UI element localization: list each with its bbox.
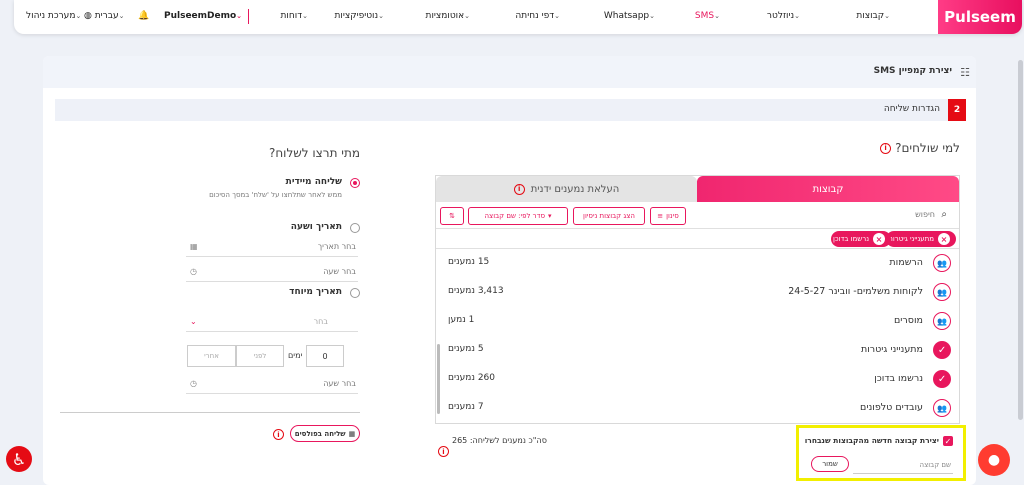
top-navbar: Pulseem קבוצות⌄ ניוזלטר⌄ SMS⌄ Whatsapp⌄ … bbox=[14, 0, 1022, 34]
save-button[interactable]: שמור bbox=[811, 456, 849, 472]
bell-icon[interactable]: 🔔 bbox=[138, 11, 149, 21]
group-name-input[interactable]: שם קבוצה bbox=[853, 458, 953, 474]
tab-manual-upload[interactable]: העלאת נמענים ידנית i bbox=[436, 176, 697, 202]
clock-icon: ◷ bbox=[190, 267, 197, 276]
group-row[interactable]: 👥 עובדים טלפונים 7 נמענים bbox=[436, 394, 959, 423]
total-recipients: סה"כ נמענים לשליחה: 265 bbox=[452, 436, 547, 445]
special-date-select[interactable]: בחר ⌄ bbox=[186, 312, 358, 332]
accessibility-icon[interactable]: ♿ bbox=[6, 446, 32, 472]
close-icon[interactable]: × bbox=[938, 233, 950, 245]
users-icon: 👥 bbox=[933, 399, 951, 417]
users-icon: 👥 bbox=[933, 283, 951, 301]
chevron-down-icon: ⌄ bbox=[75, 12, 82, 20]
show-test-groups-button[interactable]: הצג קבוצות ניסיון bbox=[573, 207, 645, 225]
calendar-icon: ▦ bbox=[348, 429, 356, 438]
nav-sms[interactable]: SMS⌄ bbox=[695, 11, 724, 21]
chevron-down-icon: ⌄ bbox=[884, 12, 890, 20]
list-settings-icon: ☷ bbox=[960, 66, 970, 79]
chevron-down-icon: ⌄ bbox=[554, 12, 560, 20]
chevron-down-icon: ⌄ bbox=[302, 12, 308, 20]
immediate-radio[interactable] bbox=[350, 178, 360, 188]
chevron-down-icon: ⌄ bbox=[794, 12, 800, 20]
selected-chip[interactable]: × נרשמו בדוכן bbox=[831, 231, 891, 247]
chevron-down-icon: ⌄ bbox=[236, 12, 243, 20]
tab-groups[interactable]: קבוצות bbox=[697, 176, 959, 202]
sort-direction-button[interactable]: ⇅ bbox=[440, 207, 464, 225]
page-scrollbar[interactable] bbox=[1018, 60, 1023, 420]
divider bbox=[60, 412, 360, 413]
nav-landing-pages[interactable]: דפי נחיתה⌄ bbox=[515, 11, 564, 21]
step-number: 2 bbox=[948, 99, 966, 121]
group-row[interactable]: 👥 מוסרים 1 נמען bbox=[436, 307, 959, 336]
step-header: 2 הגדרות שליחה bbox=[55, 99, 966, 121]
schedule-heading: מתי תרצו לשלוח? bbox=[268, 146, 360, 160]
nav-reports[interactable]: דוחות⌄ bbox=[281, 11, 313, 21]
group-row[interactable]: ✓ נרשמו בדוכן 260 נמענים bbox=[436, 365, 959, 394]
sort-select[interactable]: ▾ סדר לפי: שם קבוצה bbox=[468, 207, 568, 225]
group-row[interactable]: 👥 הרשמות 15 נמענים bbox=[436, 249, 959, 278]
group-row[interactable]: 👥 לקוחות משלמים- וובינר 24-5-27 3,413 נמענ… bbox=[436, 278, 959, 307]
time-field-2[interactable]: בחר שעה ◷ bbox=[186, 374, 358, 394]
users-icon: 👥 bbox=[933, 312, 951, 330]
filter-button[interactable]: סינון ≡ bbox=[650, 207, 686, 225]
nav-whatsapp[interactable]: Whatsapp⌄ bbox=[604, 11, 659, 21]
chevron-down-icon: ⌄ bbox=[378, 12, 384, 20]
nav-notifications[interactable]: נוטיפיקציות⌄ bbox=[334, 11, 388, 21]
nav-automations[interactable]: אוטומציות⌄ bbox=[426, 11, 474, 21]
special-date-radio[interactable] bbox=[350, 288, 360, 298]
datetime-radio[interactable] bbox=[350, 223, 360, 233]
new-group-checkbox[interactable]: ✓ bbox=[943, 436, 953, 446]
new-group-box: ✓ יצירת קבוצה חדשה מהקבוצות שנבחרו שם קב… bbox=[796, 425, 966, 481]
chevron-down-icon: ⌄ bbox=[714, 12, 720, 20]
chevron-down-icon: ⌄ bbox=[649, 12, 655, 20]
batch-send-button[interactable]: ▦ שליחה בפולסים bbox=[290, 425, 360, 442]
recipients-heading: למי שולחים? i bbox=[880, 141, 960, 155]
check-icon: ✓ bbox=[933, 370, 951, 388]
chevron-down-icon: ⌄ bbox=[464, 12, 470, 20]
chevron-down-icon: ⌄ bbox=[118, 12, 125, 20]
info-icon[interactable]: i bbox=[513, 183, 525, 195]
after-option[interactable]: אחרי bbox=[187, 345, 236, 367]
clock-icon: ◷ bbox=[190, 379, 197, 388]
search-icon[interactable]: ⌕ bbox=[941, 209, 947, 220]
nav-newsletter[interactable]: ניוזלטר⌄ bbox=[767, 11, 804, 21]
nav-divider bbox=[248, 9, 249, 24]
time-field[interactable]: בחר שעה ◷ bbox=[186, 262, 358, 282]
days-input[interactable]: 0 bbox=[306, 345, 344, 367]
card-header: ☷ יצירת קמפיין SMS bbox=[43, 56, 976, 88]
step-title: הגדרות שליחה bbox=[883, 104, 940, 114]
nav-groups[interactable]: קבוצות⌄ bbox=[856, 11, 894, 21]
account-menu[interactable]: PulseemDemo⌄ bbox=[164, 11, 246, 21]
before-option[interactable]: לפני bbox=[236, 345, 284, 367]
selected-chip[interactable]: × מתענייני גיטרות bbox=[886, 231, 956, 247]
group-row[interactable]: ✓ מתענייני גיטרות 5 נמענים bbox=[436, 336, 959, 365]
admin-menu[interactable]: מערכת ניהול⌄ bbox=[26, 11, 85, 21]
info-icon[interactable]: i bbox=[273, 429, 284, 440]
info-icon[interactable]: i bbox=[880, 142, 892, 154]
info-icon[interactable]: i bbox=[438, 446, 449, 457]
calendar-icon: ▦ bbox=[190, 242, 198, 251]
close-icon[interactable]: × bbox=[873, 233, 885, 245]
filter-icon: ≡ bbox=[657, 212, 664, 220]
dropdown-caret-icon: ▾ bbox=[548, 212, 552, 220]
search-input[interactable]: חיפוש bbox=[735, 210, 935, 224]
page-title: יצירת קמפיין SMS bbox=[873, 66, 952, 76]
chevron-down-icon: ⌄ bbox=[190, 317, 197, 326]
pulseem-logo[interactable]: Pulseem bbox=[938, 0, 1022, 34]
users-icon: 👥 bbox=[933, 254, 951, 272]
sort-icon: ⇅ bbox=[449, 212, 455, 220]
chat-icon[interactable]: ● bbox=[978, 444, 1010, 476]
language-menu[interactable]: ◍ עברית⌄ bbox=[84, 11, 128, 21]
check-icon: ✓ bbox=[933, 341, 951, 359]
recipients-panel: קבוצות העלאת נמענים ידנית i ⌕ חיפוש סינו… bbox=[435, 175, 960, 424]
date-field[interactable]: בחר תאריך ▦ bbox=[186, 237, 358, 257]
